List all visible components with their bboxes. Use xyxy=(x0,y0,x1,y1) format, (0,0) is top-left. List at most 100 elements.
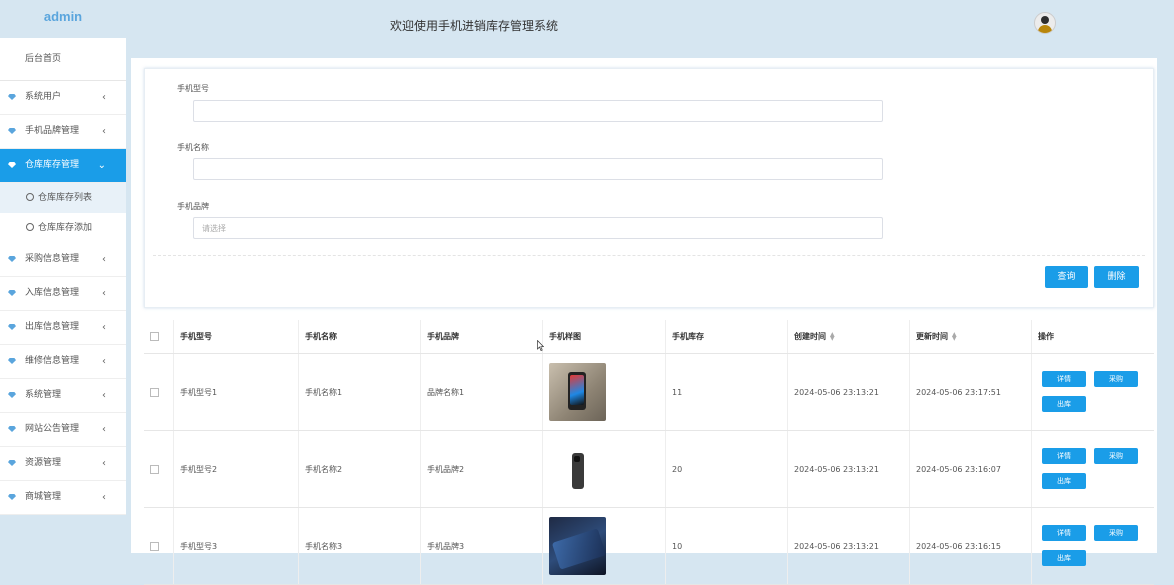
row-select-cell xyxy=(144,508,174,584)
brand-label: 手机品牌 xyxy=(177,202,209,211)
outbound-button[interactable]: 出库 xyxy=(1042,396,1086,412)
query-button[interactable]: 查询 xyxy=(1045,266,1088,288)
sidebar-item-announcements[interactable]: 网站公告管理 ‹ xyxy=(0,413,126,447)
cell-brand: 手机品牌2 xyxy=(421,431,543,507)
purchase-button[interactable]: 采购 xyxy=(1094,448,1138,464)
row-checkbox[interactable] xyxy=(150,464,159,474)
table-row: 手机型号2 手机名称2 手机品牌2 20 2024-05-06 23:13:21… xyxy=(144,431,1154,508)
row-checkbox[interactable] xyxy=(150,541,159,551)
cell-created: 2024-05-06 23:13:21 xyxy=(788,354,910,430)
phone-image[interactable] xyxy=(549,517,606,575)
column-header-label: 创建时间 xyxy=(794,332,826,341)
cell-model: 手机型号2 xyxy=(174,431,299,507)
sidebar-item-label: 商城管理 xyxy=(25,492,62,502)
phone-image[interactable] xyxy=(549,363,606,421)
diamond-icon xyxy=(8,290,16,296)
mouse-cursor-icon xyxy=(537,340,544,351)
sidebar-subitem-label: 仓库库存列表 xyxy=(38,193,93,203)
column-header-updated[interactable]: 更新时间 ▲ ▼ xyxy=(910,320,1032,353)
sidebar-item-label: 维修信息管理 xyxy=(25,356,80,366)
delete-button[interactable]: 删除 xyxy=(1094,266,1139,288)
sidebar-item-repair[interactable]: 维修信息管理 ‹ xyxy=(0,345,126,379)
sidebar-item-label: 资源管理 xyxy=(25,458,62,468)
cell-stock: 10 xyxy=(666,508,788,584)
sidebar-item-system-users[interactable]: 系统用户 ‹ xyxy=(0,81,126,115)
diamond-icon xyxy=(8,426,16,432)
brand-select[interactable]: 请选择 xyxy=(193,217,883,239)
row-checkbox[interactable] xyxy=(150,387,159,397)
sidebar-item-resources[interactable]: 资源管理 ‹ xyxy=(0,447,126,481)
sidebar-subitem-warehouse-list[interactable]: 仓库库存列表 xyxy=(0,183,126,213)
sidebar-item-home[interactable]: 后台首页 xyxy=(0,38,126,81)
detail-button[interactable]: 详情 xyxy=(1042,371,1086,387)
sidebar: admin 后台首页 系统用户 ‹ 手机品牌管理 ‹ 仓库库存管理 ⌄ 仓库库存… xyxy=(0,0,126,553)
table-header-row: 手机型号 手机名称 手机品牌 手机样图 手机库存 创建时间 ▲ ▼ 更新时间 ▲ ▼ 操… xyxy=(144,320,1154,354)
column-header: 手机名称 xyxy=(299,320,421,353)
outbound-button[interactable]: 出库 xyxy=(1042,473,1086,489)
cell-updated: 2024-05-06 23:16:15 xyxy=(910,508,1032,584)
sidebar-subitem-label: 仓库库存添加 xyxy=(38,223,93,233)
avatar-shoulders xyxy=(1038,25,1052,33)
cell-name: 手机名称3 xyxy=(299,508,421,584)
avatar-head xyxy=(1041,16,1049,24)
inventory-table: 手机型号 手机名称 手机品牌 手机样图 手机库存 创建时间 ▲ ▼ 更新时间 ▲ ▼ 操… xyxy=(144,320,1154,585)
outbound-button[interactable]: 出库 xyxy=(1042,550,1086,566)
sidebar-item-label: 采购信息管理 xyxy=(25,254,80,264)
sidebar-item-label: 仓库库存管理 xyxy=(25,160,80,170)
diamond-icon xyxy=(8,392,16,398)
cell-name: 手机名称2 xyxy=(299,431,421,507)
sidebar-item-label: 系统用户 xyxy=(25,92,62,102)
sidebar-item-outbound[interactable]: 出库信息管理 ‹ xyxy=(0,311,126,345)
chevron-left-icon: ‹ xyxy=(102,92,106,103)
phone-shape xyxy=(551,528,606,570)
column-header-label: 更新时间 xyxy=(916,332,948,341)
cell-image xyxy=(543,508,666,584)
sort-icon[interactable]: ▲ ▼ xyxy=(952,331,957,341)
column-header: 手机型号 xyxy=(174,320,299,353)
chevron-left-icon: ‹ xyxy=(102,288,106,299)
cell-model: 手机型号1 xyxy=(174,354,299,430)
name-label: 手机名称 xyxy=(177,143,209,152)
cell-brand: 品牌名称1 xyxy=(421,354,543,430)
sidebar-item-mall[interactable]: 商城管理 ‹ xyxy=(0,481,126,515)
chevron-left-icon: ‹ xyxy=(102,458,106,469)
model-input[interactable] xyxy=(193,100,883,122)
page-title: 欢迎使用手机进销库存管理系统 xyxy=(390,19,559,33)
purchase-button[interactable]: 采购 xyxy=(1094,525,1138,541)
diamond-icon xyxy=(8,94,16,100)
sidebar-item-inbound[interactable]: 入库信息管理 ‹ xyxy=(0,277,126,311)
sort-icon[interactable]: ▲ ▼ xyxy=(830,331,835,341)
cell-stock: 20 xyxy=(666,431,788,507)
main-content: 手机型号 手机名称 手机品牌 请选择 查询 删除 手机型号 手机名称 手机品牌 … xyxy=(131,58,1157,585)
cell-actions: 详情 采购 出库 xyxy=(1032,431,1154,507)
user-avatar[interactable] xyxy=(1034,12,1056,34)
chevron-left-icon: ‹ xyxy=(102,356,106,367)
detail-button[interactable]: 详情 xyxy=(1042,448,1086,464)
sidebar-item-system[interactable]: 系统管理 ‹ xyxy=(0,379,126,413)
diamond-icon xyxy=(8,494,16,500)
cell-created: 2024-05-06 23:13:21 xyxy=(788,431,910,507)
purchase-button[interactable]: 采购 xyxy=(1094,371,1138,387)
cell-actions: 详情 采购 出库 xyxy=(1032,508,1154,584)
detail-button[interactable]: 详情 xyxy=(1042,525,1086,541)
name-input[interactable] xyxy=(193,158,883,180)
chevron-left-icon: ‹ xyxy=(102,254,106,265)
diamond-icon xyxy=(8,128,16,134)
sidebar-item-label: 手机品牌管理 xyxy=(25,126,80,136)
cell-actions: 详情 采购 出库 xyxy=(1032,354,1154,430)
clock-icon xyxy=(26,223,34,231)
sidebar-item-brand-management[interactable]: 手机品牌管理 ‹ xyxy=(0,115,126,149)
sidebar-subitem-warehouse-add[interactable]: 仓库库存添加 xyxy=(0,213,126,243)
chevron-left-icon: ‹ xyxy=(102,126,106,137)
phone-shape xyxy=(572,453,584,489)
column-header-created[interactable]: 创建时间 ▲ ▼ xyxy=(788,320,910,353)
chevron-left-icon: ‹ xyxy=(102,390,106,401)
sidebar-item-warehouse-management[interactable]: 仓库库存管理 ⌄ xyxy=(0,149,126,183)
sidebar-item-label: 出库信息管理 xyxy=(25,322,80,332)
sidebar-item-purchase[interactable]: 采购信息管理 ‹ xyxy=(0,243,126,277)
diamond-icon xyxy=(8,460,16,466)
diamond-icon xyxy=(8,324,16,330)
phone-image[interactable] xyxy=(549,440,606,498)
sidebar-menu: 后台首页 系统用户 ‹ 手机品牌管理 ‹ 仓库库存管理 ⌄ 仓库库存列表 仓库库… xyxy=(0,38,126,515)
select-all-checkbox[interactable] xyxy=(150,332,159,341)
